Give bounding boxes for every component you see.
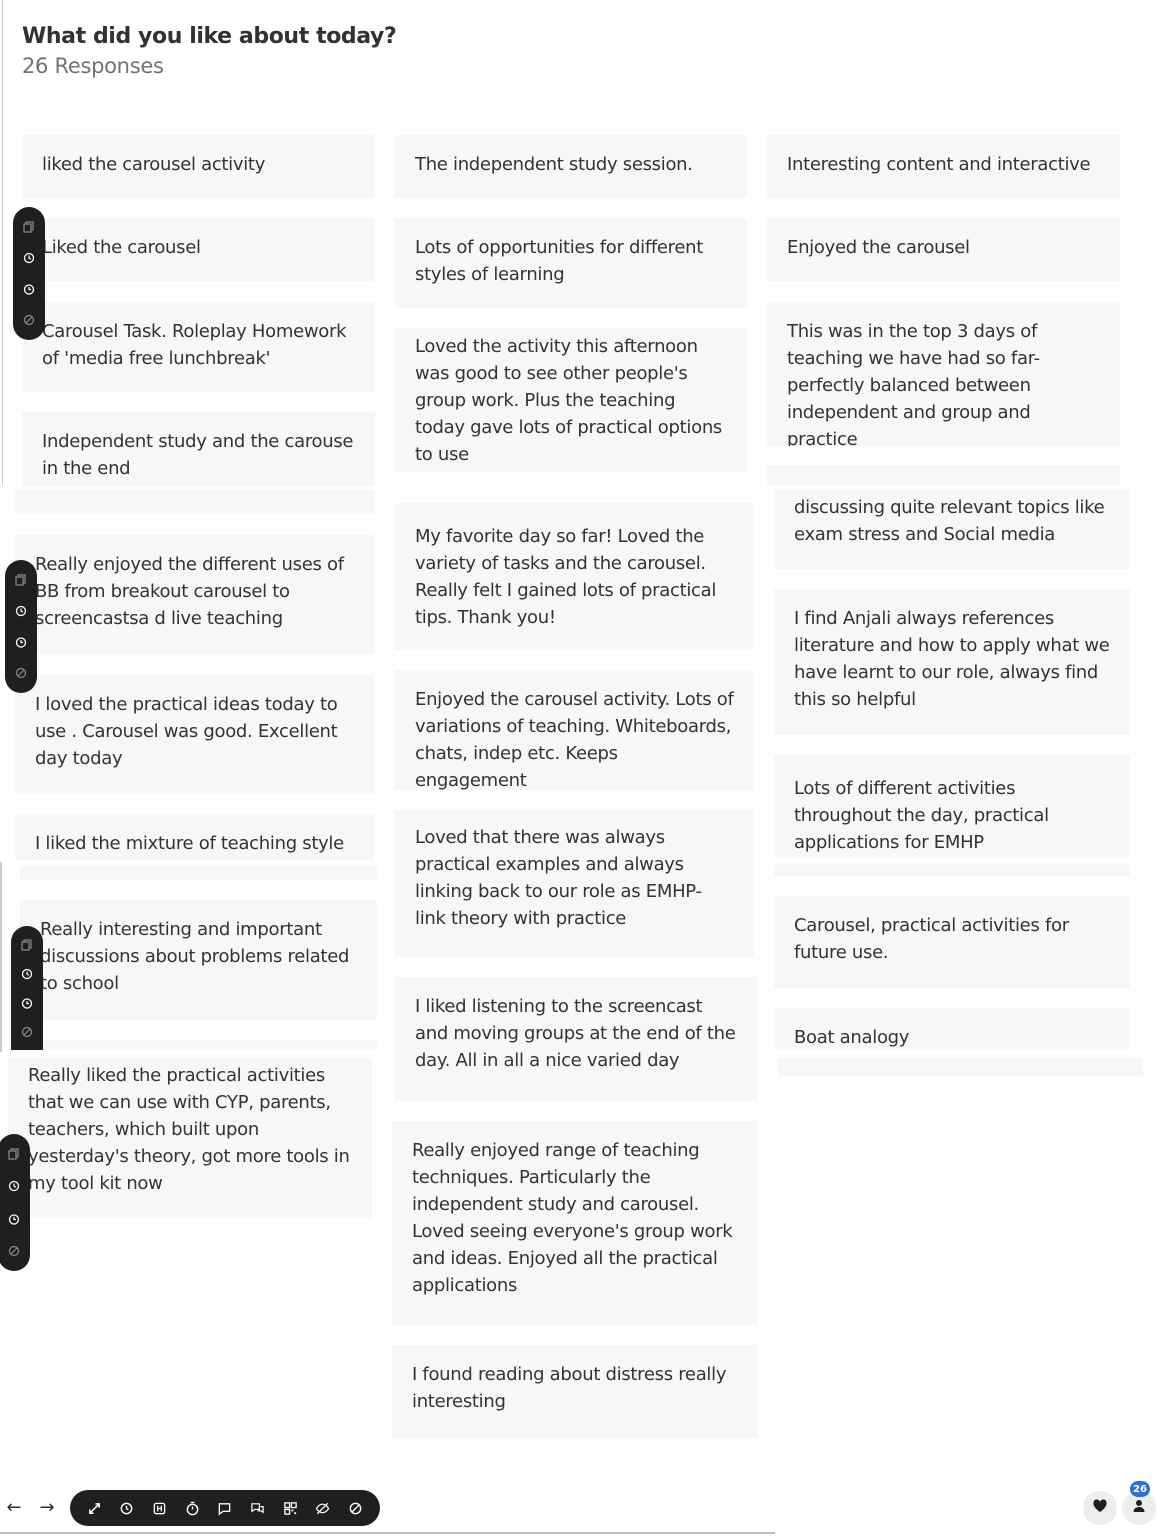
history-icon[interactable] <box>20 967 34 981</box>
response-card[interactable]: I loved the practical ideas today to use… <box>15 675 374 794</box>
response-card[interactable]: I find Anjali always references literatu… <box>774 589 1130 735</box>
response-text: My favorite day so far! Loved the variet… <box>415 525 717 628</box>
response-text: Enjoyed the carousel activity. Lots of v… <box>415 689 734 790</box>
response-card[interactable]: Really interesting and important discuss… <box>20 900 377 1020</box>
progress-line <box>0 1532 775 1534</box>
response-text: I loved the practical ideas today to use… <box>35 694 338 769</box>
heart-icon <box>1092 1498 1108 1518</box>
response-card[interactable]: Carousel, practical activities for futur… <box>774 896 1130 988</box>
response-card[interactable]: Lots of opportunities for different styl… <box>395 218 747 308</box>
response-card[interactable]: Lots of different activities throughout … <box>774 755 1130 858</box>
qr-code-icon[interactable] <box>280 1498 300 1518</box>
response-card[interactable]: Interesting content and interactive <box>767 135 1120 198</box>
response-count: 26 Responses <box>22 54 164 78</box>
expand-icon[interactable] <box>84 1498 104 1518</box>
card-action-toolbar <box>0 1134 30 1271</box>
response-text: I find Anjali always references literatu… <box>794 608 1110 710</box>
response-text: Loved that there was always practical ex… <box>415 827 702 929</box>
hide-icon[interactable] <box>7 1244 21 1258</box>
response-text: liked the carousel activity <box>42 154 266 175</box>
left-border <box>2 0 3 485</box>
response-text: Enjoyed the carousel <box>787 237 970 258</box>
card-fragment <box>767 465 1120 485</box>
card-fragment <box>15 490 374 514</box>
history-icon[interactable] <box>117 1498 137 1518</box>
copy-icon[interactable] <box>22 220 36 234</box>
response-card[interactable]: Enjoyed the carousel <box>767 218 1120 281</box>
response-card[interactable]: Loved that there was always practical ex… <box>395 810 754 957</box>
copy-icon[interactable] <box>20 938 34 952</box>
response-text: Really interesting and important discuss… <box>40 919 350 994</box>
response-card[interactable]: Really enjoyed range of teaching techniq… <box>392 1121 757 1325</box>
block-icon[interactable] <box>346 1498 366 1518</box>
card-action-toolbar <box>11 926 43 1050</box>
hide-icon[interactable] <box>22 313 36 327</box>
highlight-icon[interactable] <box>150 1498 170 1518</box>
response-card[interactable]: I liked the mixture of teaching style :) <box>15 814 374 860</box>
response-text: Loved the activity this afternoon was go… <box>415 335 723 465</box>
response-text: Interesting content and interactive <box>787 154 1091 175</box>
timer-icon[interactable] <box>7 1212 21 1226</box>
reactions-button[interactable] <box>1083 1491 1117 1525</box>
response-text: Lots of different activities throughout … <box>794 778 1049 853</box>
card-action-toolbar <box>13 207 45 340</box>
next-slide-button[interactable]: → <box>36 1496 58 1518</box>
comment-icon[interactable] <box>215 1498 235 1518</box>
response-card[interactable]: Liked the carousel <box>22 218 375 281</box>
response-text: Liked the carousel <box>42 237 201 258</box>
response-text: I liked the mixture of teaching style :) <box>35 833 344 854</box>
response-text: Really enjoyed the different uses of BB … <box>35 554 344 629</box>
response-text: discussing quite relevant topics like ex… <box>794 497 1105 545</box>
response-card[interactable]: Boat analogy <box>774 1008 1130 1050</box>
response-text: The independent study session. <box>415 154 693 175</box>
response-card[interactable]: Really liked the practical activities th… <box>8 1058 372 1218</box>
timer-icon[interactable] <box>182 1498 202 1518</box>
response-card[interactable]: Really enjoyed the different uses of BB … <box>15 535 374 654</box>
response-card[interactable]: The independent study session. <box>395 135 747 198</box>
response-card[interactable]: Enjoyed the carousel activity. Lots of v… <box>395 670 754 790</box>
card-fragment <box>774 864 1130 876</box>
response-text: Independent study and the carouse in the… <box>42 431 354 479</box>
history-icon[interactable] <box>7 1179 21 1193</box>
history-icon[interactable] <box>14 604 28 618</box>
timer-icon[interactable] <box>22 282 36 296</box>
response-card[interactable]: Carousel Task. Roleplay Homework of 'med… <box>22 302 375 392</box>
copy-icon[interactable] <box>7 1147 21 1161</box>
person-icon <box>1131 1498 1147 1518</box>
hide-results-icon[interactable] <box>313 1498 333 1518</box>
history-icon[interactable] <box>22 251 36 265</box>
copy-icon[interactable] <box>14 573 28 587</box>
card-fragment <box>20 866 377 880</box>
response-card[interactable]: This was in the top 3 days of teaching w… <box>767 302 1120 446</box>
card-action-toolbar <box>5 560 37 693</box>
card-fragment <box>20 1040 377 1050</box>
response-card[interactable]: My favorite day so far! Loved the variet… <box>395 503 754 650</box>
response-text: Lots of opportunities for different styl… <box>415 237 704 285</box>
chat-icon[interactable] <box>248 1498 268 1518</box>
response-text: Carousel, practical activities for futur… <box>794 915 1069 963</box>
response-text: This was in the top 3 days of teaching w… <box>787 321 1040 446</box>
response-card[interactable]: liked the carousel activity <box>22 135 375 198</box>
response-card[interactable]: Independent study and the carouse in the… <box>22 412 375 486</box>
response-text: Really liked the practical activities th… <box>28 1065 350 1194</box>
response-text: Really enjoyed range of teaching techniq… <box>412 1140 733 1296</box>
card-fragment <box>778 1058 1143 1076</box>
left-border <box>0 862 2 1052</box>
hide-icon[interactable] <box>14 666 28 680</box>
question-title: What did you like about today? <box>22 24 397 49</box>
previous-slide-button[interactable]: ← <box>3 1496 25 1518</box>
response-text: I liked listening to the screencast and … <box>415 996 736 1071</box>
presenter-toolbar <box>70 1490 380 1526</box>
timer-icon[interactable] <box>20 996 34 1010</box>
timer-icon[interactable] <box>14 635 28 649</box>
response-text: Boat analogy <box>794 1027 910 1048</box>
response-card[interactable]: discussing quite relevant topics like ex… <box>774 490 1130 569</box>
response-text: Carousel Task. Roleplay Homework of 'med… <box>42 321 347 369</box>
response-card[interactable]: I found reading about distress really in… <box>392 1345 757 1438</box>
hide-icon[interactable] <box>20 1025 34 1039</box>
participants-count-badge: 26 <box>1130 1481 1150 1497</box>
response-text: I found reading about distress really in… <box>412 1364 727 1412</box>
response-card[interactable]: I liked listening to the screencast and … <box>395 977 757 1101</box>
response-card[interactable]: Loved the activity this afternoon was go… <box>395 328 747 472</box>
